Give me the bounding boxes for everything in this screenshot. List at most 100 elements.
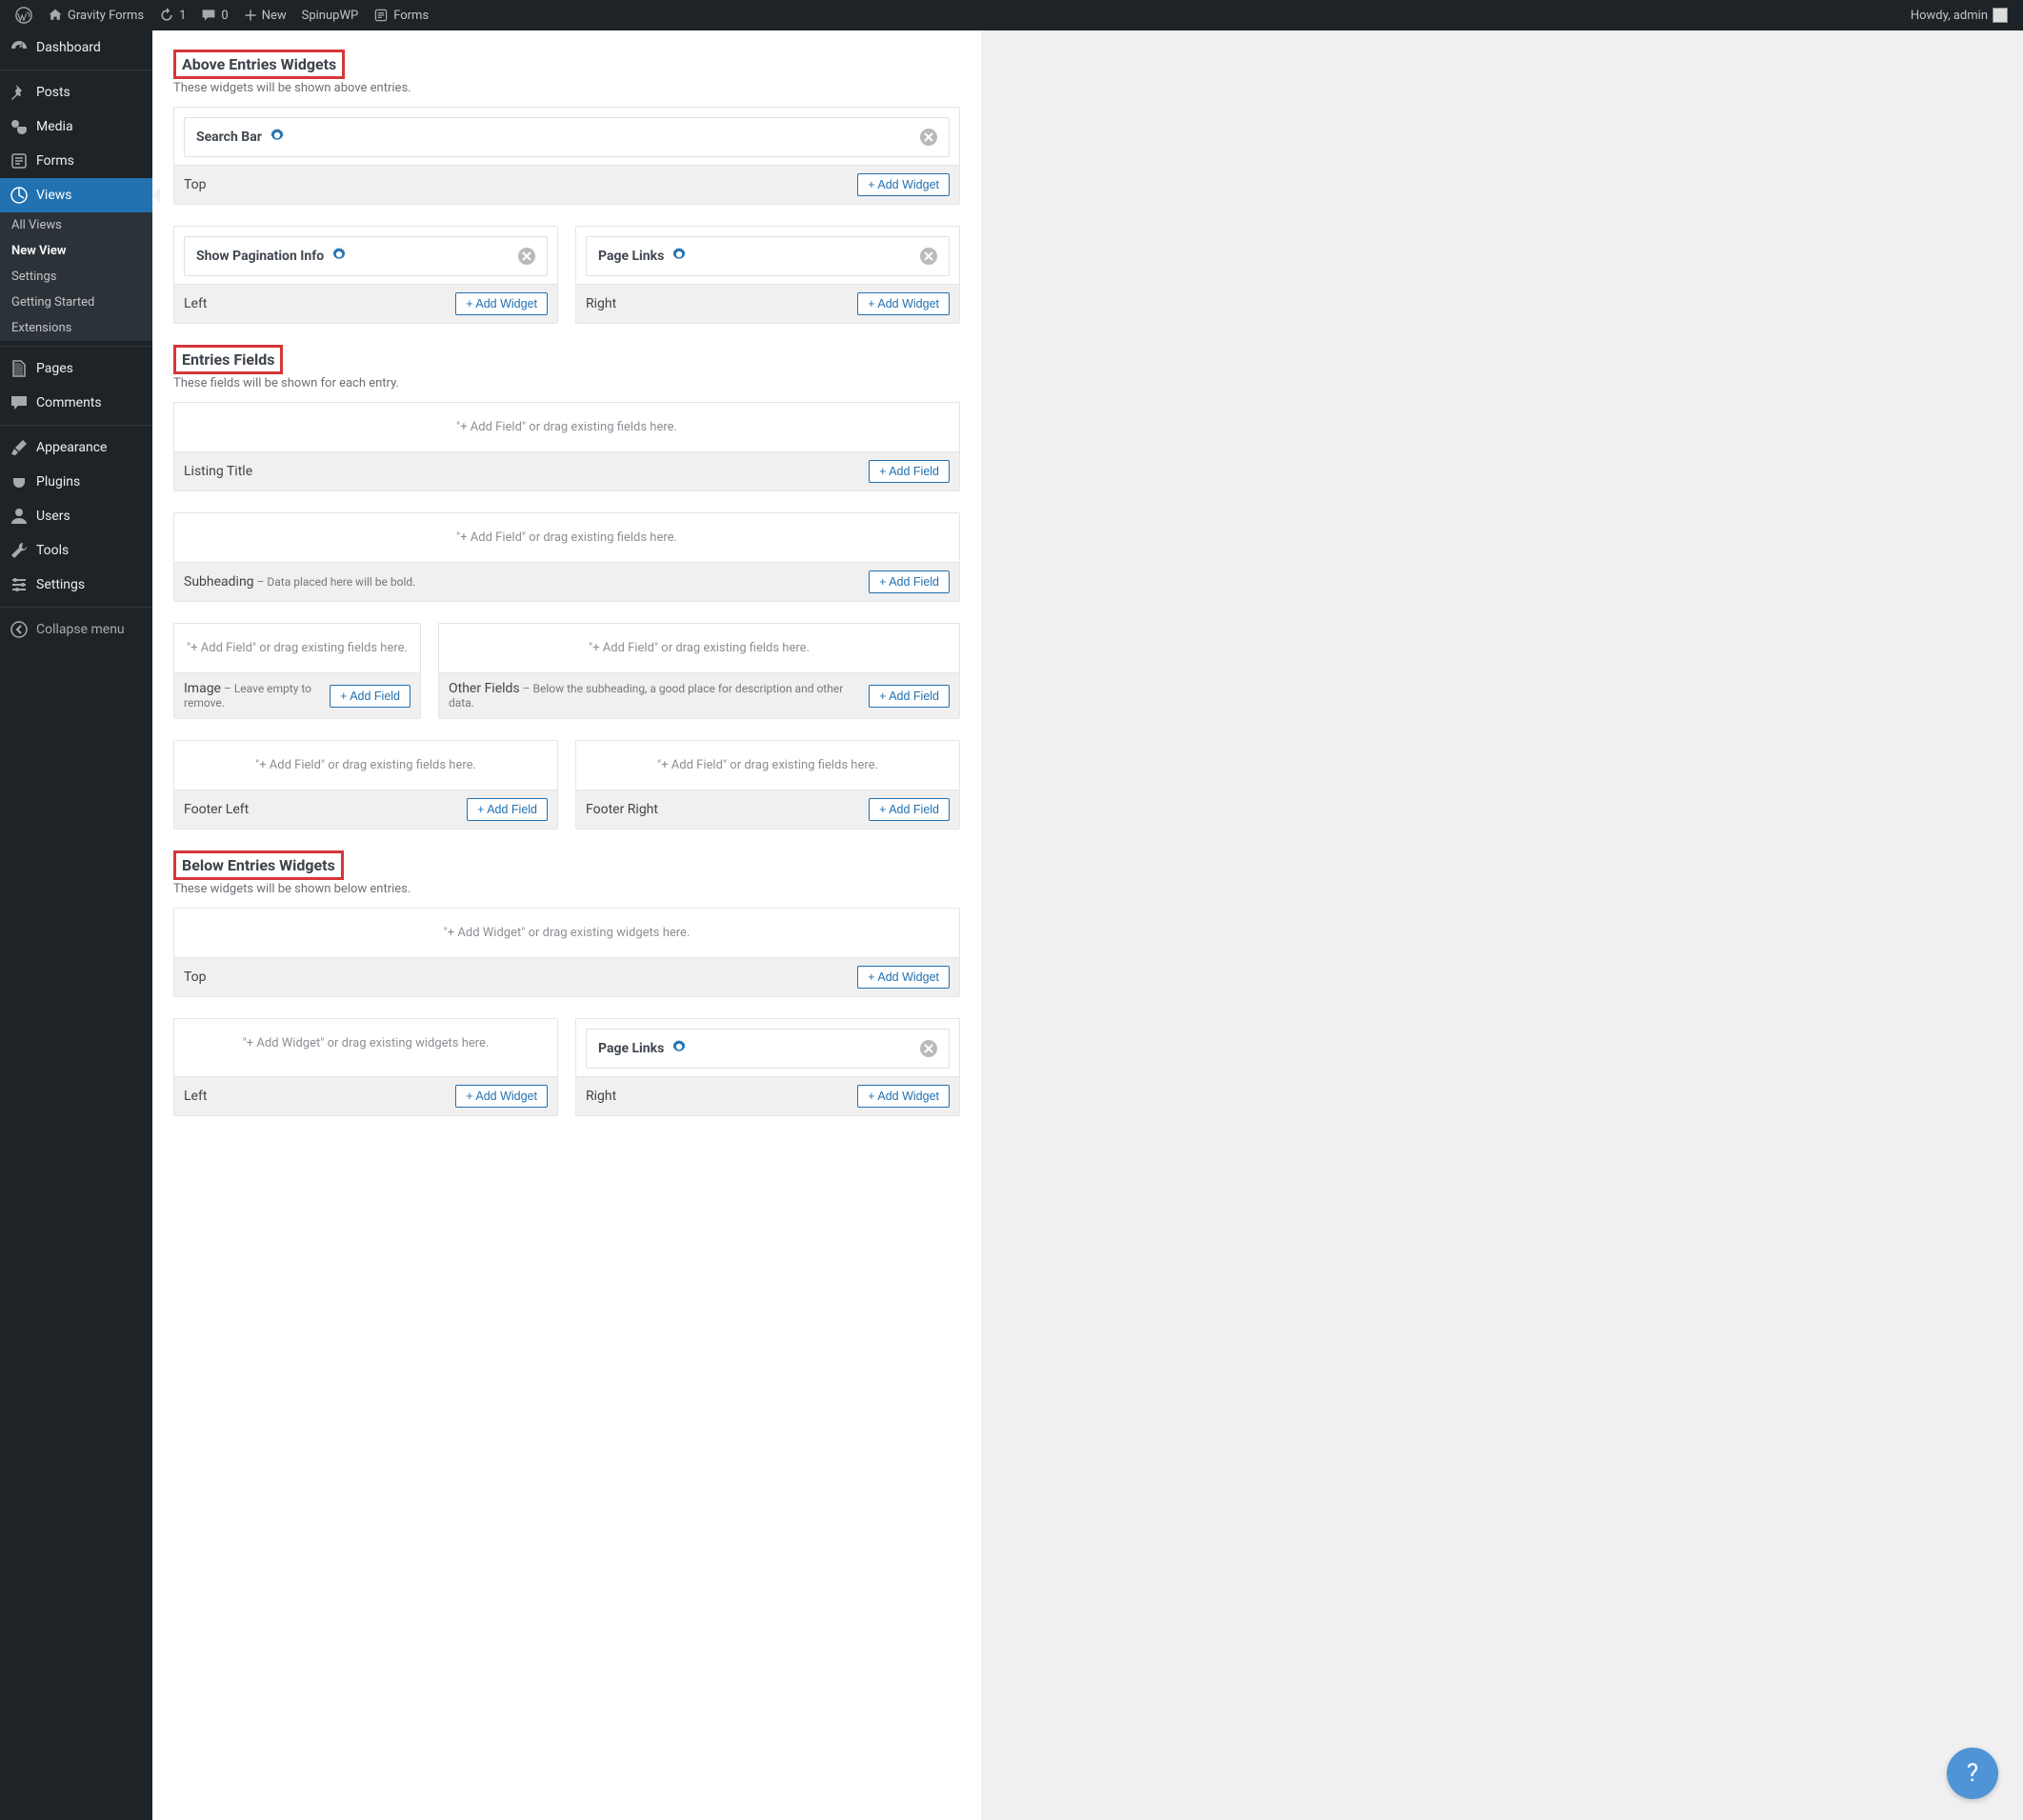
forms-icon [10, 151, 29, 170]
site-name: Gravity Forms [68, 9, 144, 23]
gauge-icon [10, 38, 29, 57]
gear-icon[interactable] [671, 247, 687, 266]
submenu-all-views[interactable]: All Views [0, 212, 152, 238]
zone-listing-title: "+ Add Field" or drag existing fields he… [173, 402, 960, 491]
add-field-button[interactable]: + Add Field [869, 798, 950, 821]
add-field-button[interactable]: + Add Field [869, 460, 950, 483]
add-field-button[interactable]: + Add Field [869, 570, 950, 593]
drop-zone[interactable]: "+ Add Widget" or drag existing widgets … [174, 1019, 557, 1076]
sliders-icon [10, 575, 29, 594]
wp-logo[interactable] [8, 0, 40, 30]
add-widget-button[interactable]: + Add Widget [857, 292, 950, 315]
drop-zone[interactable]: "+ Add Field" or drag existing fields he… [174, 403, 959, 451]
zone-label: Subheading [184, 574, 254, 590]
account-link[interactable]: Howdy, admin [1903, 0, 2015, 30]
widget-page-links[interactable]: Page Links [586, 1029, 950, 1069]
sidebar-item-comments[interactable]: Comments [0, 386, 152, 420]
sidebar-item-views[interactable]: Views [0, 178, 152, 212]
sidebar-item-users[interactable]: Users [0, 499, 152, 533]
remove-icon[interactable] [920, 1040, 937, 1057]
gear-icon[interactable] [671, 1039, 687, 1058]
zone-label: Listing Title [184, 464, 252, 479]
zone-above-left: Show Pagination Info Left + Add Widget [173, 226, 558, 324]
widget-pagination-info[interactable]: Show Pagination Info [184, 236, 548, 276]
zone-footer-left: "+ Add Field" or drag existing fields he… [173, 740, 558, 830]
brush-icon [10, 438, 29, 457]
remove-icon[interactable] [920, 129, 937, 146]
section-title-above: Above Entries Widgets [173, 50, 345, 79]
sidebar-submenu: All Views New View Settings Getting Star… [0, 212, 152, 341]
add-widget-button[interactable]: + Add Widget [455, 1085, 548, 1108]
submenu-getting-started[interactable]: Getting Started [0, 290, 152, 315]
zone-label: Footer Left [184, 802, 249, 817]
help-icon: ? [1967, 1759, 1978, 1788]
widget-search-bar[interactable]: Search Bar [184, 117, 950, 157]
zone-label: Top [184, 970, 207, 985]
sidebar-item-tools[interactable]: Tools [0, 533, 152, 568]
zone-label: Other Fields [449, 681, 520, 696]
content-side [981, 30, 2023, 1820]
add-field-button[interactable]: + Add Field [467, 798, 548, 821]
zone-other-fields: "+ Add Field" or drag existing fields he… [438, 623, 960, 719]
user-icon [10, 507, 29, 526]
sidebar-item-media[interactable]: Media [0, 110, 152, 144]
submenu-settings[interactable]: Settings [0, 264, 152, 290]
submenu-new-view[interactable]: New View [0, 238, 152, 264]
sidebar-item-posts[interactable]: Posts [0, 75, 152, 110]
section-desc-below: These widgets will be shown below entrie… [173, 882, 960, 896]
widget-page-links[interactable]: Page Links [586, 236, 950, 276]
zone-label: Top [184, 177, 207, 192]
remove-icon[interactable] [920, 248, 937, 265]
updates-link[interactable]: 1 [151, 0, 193, 30]
avatar [1993, 8, 2008, 23]
site-link[interactable]: Gravity Forms [40, 0, 151, 30]
sidebar-item-pages[interactable]: Pages [0, 351, 152, 386]
drop-zone[interactable]: "+ Add Field" or drag existing fields he… [174, 624, 420, 672]
drop-zone[interactable]: "+ Add Field" or drag existing fields he… [174, 741, 557, 790]
help-button[interactable]: ? [1947, 1748, 1998, 1799]
drop-zone[interactable]: "+ Add Field" or drag existing fields he… [576, 741, 959, 790]
comment-icon [10, 393, 29, 412]
zone-label: Right [586, 296, 616, 311]
remove-icon[interactable] [518, 248, 535, 265]
zone-label: Left [184, 296, 207, 311]
new-link[interactable]: New [236, 0, 294, 30]
sidebar-item-plugins[interactable]: Plugins [0, 465, 152, 499]
collapse-icon [10, 620, 29, 639]
add-widget-button[interactable]: + Add Widget [857, 1085, 950, 1108]
pin-icon [10, 83, 29, 102]
zone-subheading: "+ Add Field" or drag existing fields he… [173, 512, 960, 602]
zone-above-top: Search Bar Top + Add Widget [173, 107, 960, 205]
zone-image: "+ Add Field" or drag existing fields he… [173, 623, 421, 719]
main-content: Above Entries Widgets These widgets will… [152, 30, 981, 1820]
sidebar-item-forms[interactable]: Forms [0, 144, 152, 178]
zone-above-right: Page Links Right + Add Widget [575, 226, 960, 324]
spinup-link[interactable]: SpinupWP [294, 0, 367, 30]
zone-below-top: "+ Add Widget" or drag existing widgets … [173, 908, 960, 997]
plug-icon [10, 472, 29, 491]
drop-zone[interactable]: "+ Add Field" or drag existing fields he… [174, 513, 959, 562]
zone-footer-right: "+ Add Field" or drag existing fields he… [575, 740, 960, 830]
greeting: Howdy, admin [1911, 9, 1988, 23]
gear-icon[interactable] [270, 128, 285, 147]
admin-sidebar: Dashboard Posts Media Forms Views All Vi… [0, 30, 152, 1820]
add-field-button[interactable]: + Add Field [330, 685, 411, 708]
zone-label: Footer Right [586, 802, 658, 817]
gear-icon[interactable] [331, 247, 347, 266]
views-icon [10, 186, 29, 205]
add-widget-button[interactable]: + Add Widget [455, 292, 548, 315]
drop-zone[interactable]: "+ Add Field" or drag existing fields he… [439, 624, 959, 672]
add-field-button[interactable]: + Add Field [869, 685, 950, 708]
sidebar-item-appearance[interactable]: Appearance [0, 430, 152, 465]
zone-note: – Data placed here will be bold. [254, 575, 416, 589]
sidebar-item-settings[interactable]: Settings [0, 568, 152, 602]
sidebar-item-collapse[interactable]: Collapse menu [0, 612, 152, 647]
comments-link[interactable]: 0 [193, 0, 235, 30]
forms-link[interactable]: Forms [366, 0, 436, 30]
drop-zone[interactable]: "+ Add Widget" or drag existing widgets … [174, 909, 959, 957]
submenu-extensions[interactable]: Extensions [0, 315, 152, 341]
add-widget-button[interactable]: + Add Widget [857, 173, 950, 196]
add-widget-button[interactable]: + Add Widget [857, 966, 950, 989]
admin-bar: Gravity Forms 1 0 New SpinupWP Forms How… [0, 0, 2023, 30]
sidebar-item-dashboard[interactable]: Dashboard [0, 30, 152, 65]
